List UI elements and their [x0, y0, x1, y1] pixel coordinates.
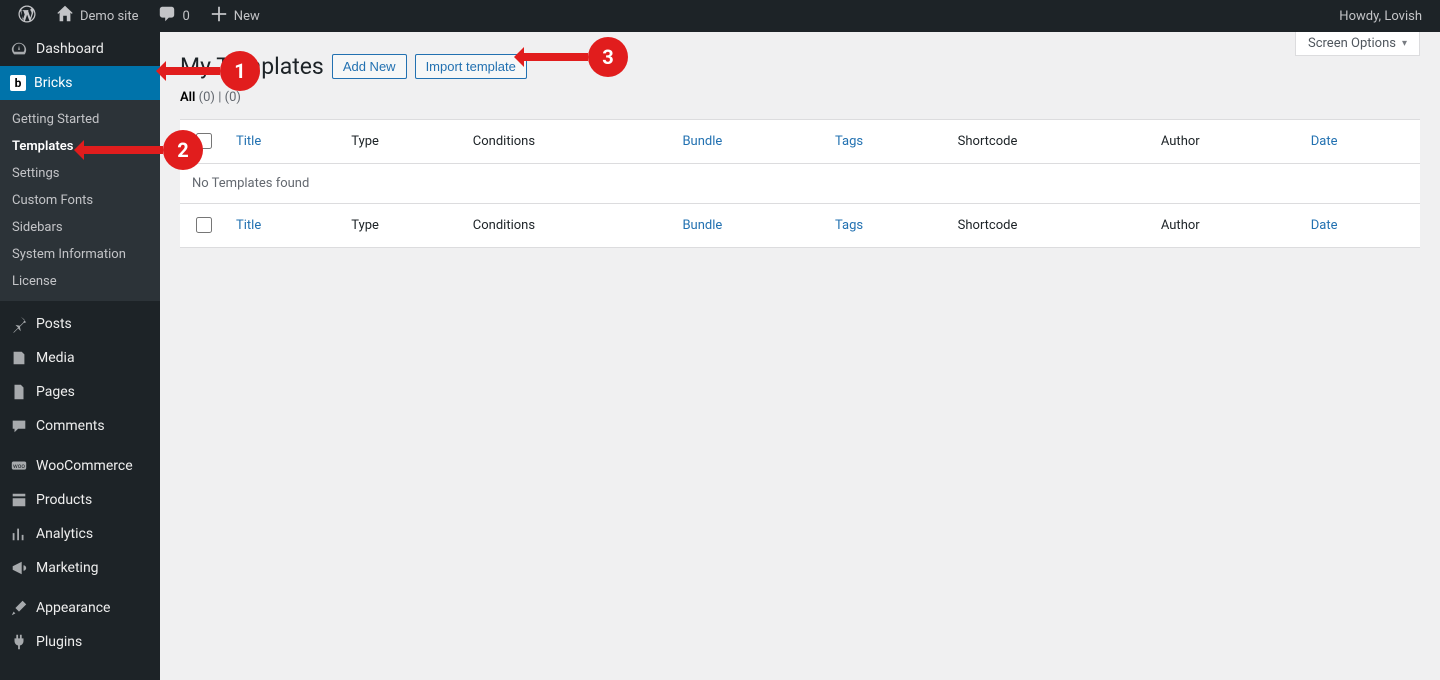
column-date[interactable]: Date: [1301, 119, 1420, 163]
plugin-icon: [10, 633, 28, 651]
submenu-license[interactable]: License: [0, 268, 160, 295]
bricks-submenu: Getting Started Templates Settings Custo…: [0, 100, 160, 301]
no-items-text: No Templates found: [180, 163, 1420, 203]
table-row-empty: No Templates found: [180, 163, 1420, 203]
status-filters: All (0) | (0): [180, 90, 1420, 105]
column-conditions: Conditions: [463, 119, 673, 163]
column-tags[interactable]: Tags: [825, 119, 948, 163]
sidebar-item-label: Pages: [36, 384, 75, 400]
wp-logo-menu[interactable]: [8, 0, 46, 32]
column-checkbox-foot: [180, 203, 226, 247]
column-shortcode-foot: Shortcode: [948, 203, 1151, 247]
column-date-foot[interactable]: Date: [1301, 203, 1420, 247]
comment-icon: [158, 5, 176, 27]
sidebar-item-label: WooCommerce: [36, 458, 133, 474]
sidebar-item-products[interactable]: Products: [0, 483, 160, 517]
filter-trash-count: (0): [225, 90, 241, 105]
dashboard-icon: [10, 40, 28, 58]
column-type: Type: [341, 119, 462, 163]
home-icon: [56, 5, 74, 27]
page-header: My Templates Add New Import template: [180, 52, 1420, 82]
comment-icon: [10, 417, 28, 435]
site-name-menu[interactable]: Demo site: [46, 0, 148, 32]
screen-options-button[interactable]: Screen Options: [1295, 32, 1420, 56]
sidebar-item-label: Analytics: [36, 526, 93, 542]
site-name-text: Demo site: [80, 9, 138, 24]
column-type-foot: Type: [341, 203, 462, 247]
admin-sidebar: Dashboard b Bricks Getting Started Templ…: [0, 32, 160, 680]
column-tags-foot[interactable]: Tags: [825, 203, 948, 247]
submenu-system-info[interactable]: System Information: [0, 241, 160, 268]
plus-icon: [210, 5, 228, 27]
my-account-menu[interactable]: Howdy, Lovish: [1329, 0, 1432, 32]
sidebar-item-bricks[interactable]: b Bricks: [0, 66, 160, 100]
column-author: Author: [1151, 119, 1301, 163]
sidebar-item-label: Dashboard: [36, 41, 104, 57]
filter-all-count: (0): [199, 90, 215, 105]
sidebar-item-appearance[interactable]: Appearance: [0, 591, 160, 625]
sidebar-item-dashboard[interactable]: Dashboard: [0, 32, 160, 66]
column-title[interactable]: Title: [226, 119, 341, 163]
products-icon: [10, 491, 28, 509]
wordpress-icon: [18, 5, 36, 27]
comments-menu[interactable]: 0: [148, 0, 199, 32]
woocommerce-icon: woo: [10, 457, 28, 475]
screen-options-label: Screen Options: [1308, 36, 1396, 51]
submenu-templates[interactable]: Templates: [0, 133, 160, 160]
sidebar-item-comments[interactable]: Comments: [0, 409, 160, 443]
select-all-top[interactable]: [196, 133, 212, 149]
select-all-bottom[interactable]: [196, 217, 212, 233]
column-title-foot[interactable]: Title: [226, 203, 341, 247]
templates-table: Title Type Conditions Bundle Tags Shortc…: [180, 119, 1420, 248]
sidebar-item-label: Bricks: [34, 75, 73, 91]
megaphone-icon: [10, 559, 28, 577]
sidebar-item-woocommerce[interactable]: woo WooCommerce: [0, 449, 160, 483]
bricks-icon: b: [10, 75, 26, 91]
column-conditions-foot: Conditions: [463, 203, 673, 247]
submenu-getting-started[interactable]: Getting Started: [0, 106, 160, 133]
new-content-menu[interactable]: New: [200, 0, 270, 32]
sidebar-item-analytics[interactable]: Analytics: [0, 517, 160, 551]
sidebar-item-label: Posts: [36, 316, 72, 332]
sidebar-item-label: Plugins: [36, 634, 82, 650]
new-text: New: [234, 9, 260, 24]
sidebar-item-label: Marketing: [36, 560, 99, 576]
comments-count: 0: [182, 9, 189, 24]
filter-all[interactable]: All: [180, 90, 199, 105]
media-icon: [10, 349, 28, 367]
column-bundle-foot[interactable]: Bundle: [672, 203, 825, 247]
sidebar-item-posts[interactable]: Posts: [0, 307, 160, 341]
column-bundle[interactable]: Bundle: [672, 119, 825, 163]
submenu-sidebars[interactable]: Sidebars: [0, 214, 160, 241]
filter-all-label: All: [180, 90, 195, 105]
page-icon: [10, 383, 28, 401]
sidebar-item-label: Comments: [36, 418, 105, 434]
column-author-foot: Author: [1151, 203, 1301, 247]
sidebar-item-pages[interactable]: Pages: [0, 375, 160, 409]
admin-toolbar: Demo site 0 New Howdy, Lovish: [0, 0, 1440, 32]
page-title: My Templates: [180, 52, 324, 82]
svg-text:woo: woo: [13, 462, 25, 470]
submenu-custom-fonts[interactable]: Custom Fonts: [0, 187, 160, 214]
sidebar-item-label: Products: [36, 492, 92, 508]
sidebar-item-media[interactable]: Media: [0, 341, 160, 375]
import-template-button[interactable]: Import template: [415, 54, 527, 79]
column-checkbox: [180, 119, 226, 163]
sidebar-item-label: Appearance: [36, 600, 110, 616]
content-area: Screen Options My Templates Add New Impo…: [160, 0, 1440, 680]
brush-icon: [10, 599, 28, 617]
sidebar-item-plugins[interactable]: Plugins: [0, 625, 160, 659]
sidebar-item-label: Media: [36, 350, 75, 366]
submenu-settings[interactable]: Settings: [0, 160, 160, 187]
column-shortcode: Shortcode: [948, 119, 1151, 163]
analytics-icon: [10, 525, 28, 543]
howdy-text: Howdy, Lovish: [1339, 9, 1422, 24]
filter-separator: |: [218, 90, 221, 105]
pin-icon: [10, 315, 28, 333]
sidebar-item-marketing[interactable]: Marketing: [0, 551, 160, 585]
add-new-button[interactable]: Add New: [332, 54, 407, 79]
